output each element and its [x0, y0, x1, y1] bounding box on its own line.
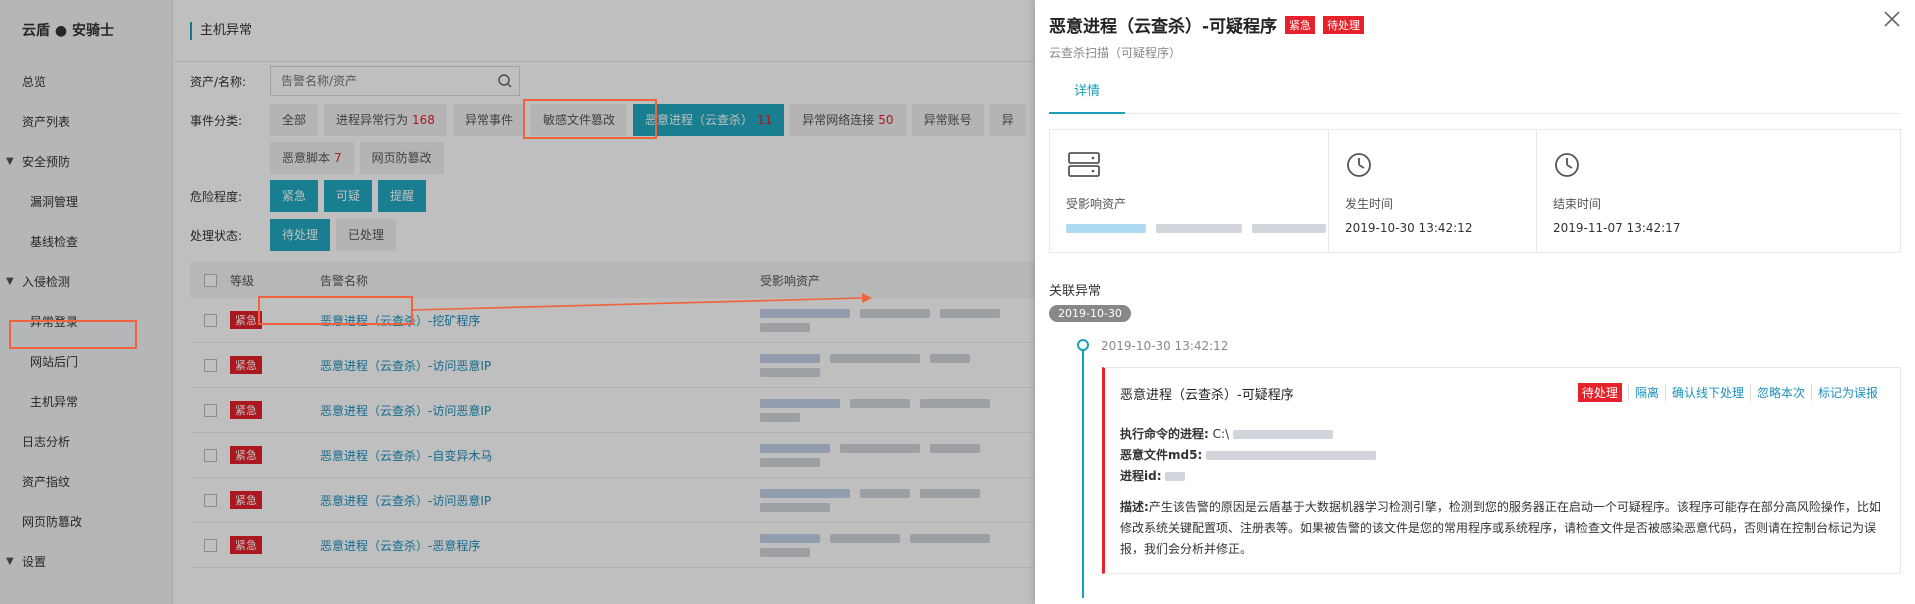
- ignore-once-link[interactable]: 忽略本次: [1749, 384, 1811, 401]
- confirm-offline-link[interactable]: 确认线下处理: [1664, 384, 1750, 401]
- cmd-process-field: 执行命令的进程: C:\: [1120, 425, 1343, 442]
- timeline-date-pill: 2019-10-30: [1049, 305, 1131, 322]
- cmd-process-value: C:\: [1212, 427, 1230, 441]
- isolate-link[interactable]: 隔离: [1627, 384, 1665, 401]
- start-time-card: 发生时间 2019-10-30 13:42:12: [1329, 130, 1537, 252]
- end-time-value: 2019-11-07 13:42:17: [1553, 221, 1681, 235]
- clock-icon: [1555, 153, 1579, 177]
- pid-field: 进程id:: [1120, 467, 1195, 484]
- start-time-value: 2019-10-30 13:42:12: [1345, 221, 1473, 235]
- affected-asset-label: 受影响资产: [1066, 197, 1127, 211]
- md5-field: 恶意文件md5:: [1120, 446, 1386, 463]
- clock-icon: [1347, 153, 1371, 177]
- end-time-card: 结束时间 2019-11-07 13:42:17: [1537, 130, 1900, 252]
- drawer-subtitle: 云查杀扫描（可疑程序）: [1049, 46, 1182, 60]
- drawer-tabs: 详情: [1049, 70, 1901, 114]
- pid-label: 进程id:: [1120, 469, 1162, 483]
- urgent-badge: 紧急: [1285, 15, 1316, 34]
- affected-asset-card: 受影响资产: [1050, 130, 1329, 252]
- timeline-line: [1082, 346, 1084, 598]
- pending-badge: 待处理: [1323, 15, 1365, 34]
- desc-label: 描述:: [1120, 500, 1149, 514]
- close-icon[interactable]: [1881, 8, 1903, 30]
- drawer-title: 恶意进程（云查杀）-可疑程序 紧急 待处理: [1049, 12, 1365, 37]
- event-status-badge: 待处理: [1577, 383, 1622, 402]
- start-time-label: 发生时间: [1345, 197, 1394, 211]
- drawer-title-text: 恶意进程（云查杀）-可疑程序: [1049, 17, 1278, 37]
- desc-text: 产生该告警的原因是云盾基于大数据机器学习检测引擎，检测到您的服务器正在启动一个可…: [1120, 500, 1881, 556]
- timeline-time: 2019-10-30 13:42:12: [1101, 339, 1229, 353]
- modal-mask[interactable]: [0, 0, 1035, 604]
- affected-asset-value: [1066, 221, 1336, 235]
- host-anomaly-page: 云盾 ● 安骑士 总览 资产列表 ▼ 安全预防 漏洞管理 基线检查 ▼ 入侵检测 异常登录 网站后…: [0, 0, 1035, 604]
- event-card: 恶意进程（云查杀）-可疑程序 待处理 隔离 确认线下处理 忽略本次 标记为误报 …: [1102, 367, 1901, 574]
- timeline-dot: [1077, 339, 1089, 351]
- event-description: 描述:产生该告警的原因是云盾基于大数据机器学习检测引擎，检测到您的服务器正在启动…: [1120, 497, 1890, 560]
- tab-details[interactable]: 详情: [1049, 70, 1125, 114]
- mark-false-positive-link[interactable]: 标记为误报: [1810, 384, 1884, 401]
- summary-cards: 受影响资产 发生时间 2019-10-30 13:42:12 结束时间 2019…: [1049, 129, 1901, 253]
- event-actions: 待处理 隔离 确认线下处理 忽略本次 标记为误报: [1577, 383, 1884, 402]
- server-icon: [1068, 152, 1100, 177]
- end-time-label: 结束时间: [1553, 197, 1602, 211]
- related-anomaly-title: 关联异常: [1049, 284, 1102, 299]
- alert-detail-drawer: 恶意进程（云查杀）-可疑程序 紧急 待处理 云查杀扫描（可疑程序） 详情 受影响…: [1035, 0, 1915, 604]
- cmd-process-label: 执行命令的进程:: [1120, 427, 1209, 441]
- event-title: 恶意进程（云查杀）-可疑程序: [1120, 388, 1294, 403]
- md5-label: 恶意文件md5:: [1120, 448, 1203, 462]
